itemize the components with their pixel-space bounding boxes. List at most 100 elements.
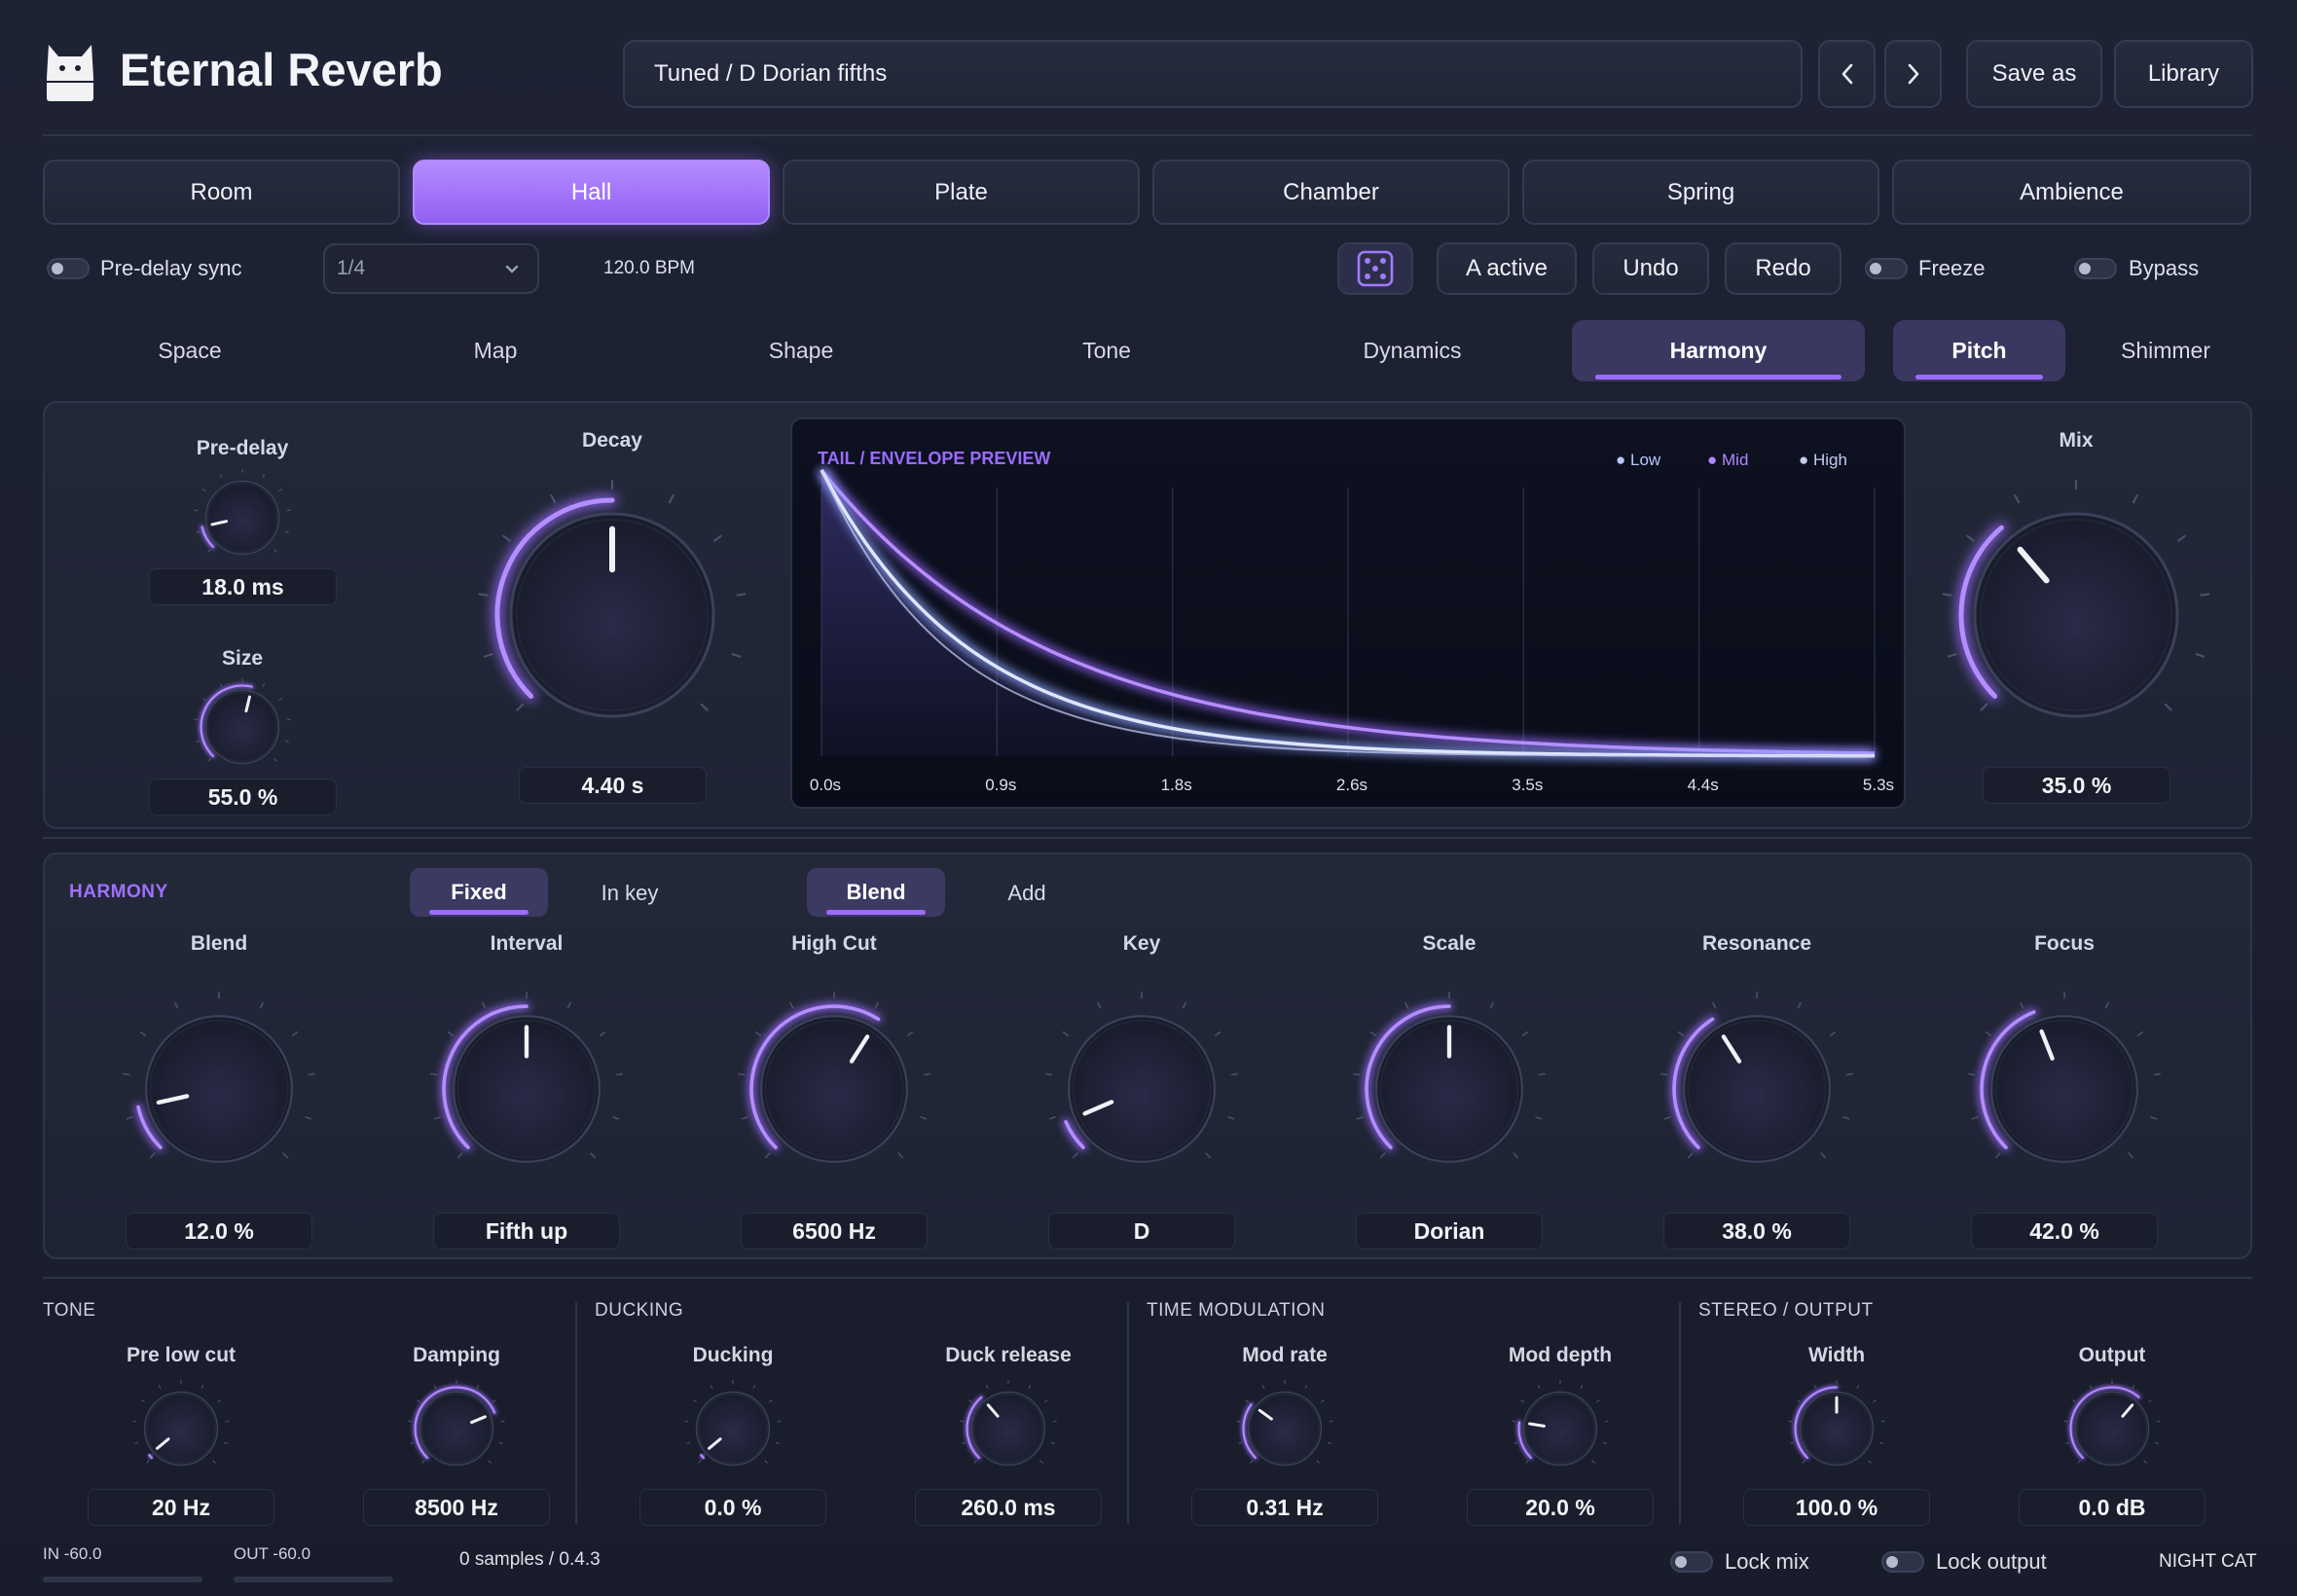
harmony-blend-label: Blend xyxy=(190,932,248,955)
preset-prev-button[interactable] xyxy=(1818,40,1876,108)
predelay-value: 18.0 ms xyxy=(149,568,337,605)
combine-blend-underline xyxy=(825,910,927,915)
tab-tone[interactable]: Tone xyxy=(1082,338,1131,364)
brand-label: NIGHT CAT xyxy=(2159,1551,2257,1572)
predelay-sync-toggle[interactable] xyxy=(47,258,90,279)
reverb-type-ambience[interactable]: Ambience xyxy=(1892,160,2251,225)
predelay-knob[interactable] xyxy=(194,468,291,566)
mix-label: Mix xyxy=(2059,429,2094,452)
app-logo xyxy=(43,39,97,103)
mix-knob[interactable] xyxy=(1940,479,2212,751)
width-knob[interactable] xyxy=(1788,1379,1885,1477)
ducking-knob[interactable] xyxy=(684,1379,782,1477)
tab-shape[interactable]: Shape xyxy=(769,338,834,364)
harmony-resonance-label: Resonance xyxy=(1701,932,1812,955)
envelope-x-tick: 5.3s xyxy=(1862,776,1895,794)
tab-pitch-underline xyxy=(1915,375,2043,380)
lock-output-toggle[interactable] xyxy=(1881,1551,1924,1573)
bypass-label: Bypass xyxy=(2129,256,2200,280)
lock-mix-toggle[interactable] xyxy=(1670,1551,1713,1573)
chevron-right-icon xyxy=(1908,63,1918,85)
preset-name-text: Tuned / D Dorian fifths xyxy=(654,60,888,87)
duck-release-knob[interactable] xyxy=(960,1379,1057,1477)
preset-next-button[interactable] xyxy=(1884,40,1942,108)
mod-depth-knob[interactable] xyxy=(1512,1379,1609,1477)
randomize-button[interactable] xyxy=(1337,242,1413,295)
reverb-type-spring[interactable]: Spring xyxy=(1522,160,1879,225)
tab-harmony[interactable]: Harmony xyxy=(1572,320,1865,381)
harmony-scale-value: Dorian xyxy=(1356,1213,1543,1250)
mod-rate-knob[interactable] xyxy=(1236,1379,1333,1477)
section-vdivider-1 xyxy=(575,1302,577,1524)
preset-name-field[interactable]: Tuned / D Dorian fifths xyxy=(623,40,1803,108)
library-button[interactable]: Library xyxy=(2114,40,2253,108)
freeze-toggle[interactable] xyxy=(1865,258,1908,279)
reverb-type-room[interactable]: Room xyxy=(43,160,400,225)
ducking-label: Ducking xyxy=(692,1344,774,1366)
damping-knob[interactable] xyxy=(408,1379,505,1477)
mod-depth-value: 20.0 % xyxy=(1467,1489,1654,1526)
harmony-interval-value: Fifth up xyxy=(433,1213,620,1250)
envelope-curves xyxy=(817,467,1876,761)
tab-map[interactable]: Map xyxy=(474,338,518,364)
harmony-key-knob[interactable] xyxy=(1039,987,1244,1191)
tab-space[interactable]: Space xyxy=(158,338,221,364)
mod-depth-label: Mod depth xyxy=(1508,1344,1613,1366)
combine-blend-button[interactable]: Blend xyxy=(807,868,945,917)
tab-dynamics[interactable]: Dynamics xyxy=(1364,338,1462,364)
mode-fixed-label: Fixed xyxy=(451,880,507,904)
decay-knob[interactable] xyxy=(476,479,748,751)
harmony-resonance-knob[interactable] xyxy=(1655,987,1859,1191)
harmony-high-cut-label: High Cut xyxy=(791,932,877,955)
reverb-type-chamber[interactable]: Chamber xyxy=(1152,160,1510,225)
redo-button[interactable]: Redo xyxy=(1725,242,1841,295)
lock-mix-label: Lock mix xyxy=(1725,1549,1809,1574)
combine-add-button[interactable]: Add xyxy=(1007,881,1045,906)
harmony-resonance-value: 38.0 % xyxy=(1663,1213,1850,1250)
envelope-preview: TAIL / ENVELOPE PREVIEW ● Low ● Mid ● Hi… xyxy=(790,417,1906,809)
section-title-ducking: DUCKING xyxy=(595,1300,684,1321)
chevron-down-icon xyxy=(505,265,519,273)
harmony-scale-label: Scale xyxy=(1422,932,1477,955)
harmony-focus-knob[interactable] xyxy=(1962,987,2167,1191)
ab-compare-button[interactable]: A active xyxy=(1437,242,1577,295)
pre-low-cut-value: 20 Hz xyxy=(88,1489,274,1526)
tab-pitch[interactable]: Pitch xyxy=(1893,320,2065,381)
sync-division-select[interactable]: 1/4 xyxy=(323,243,539,294)
damping-value: 8500 Hz xyxy=(363,1489,550,1526)
tab-harmony-label: Harmony xyxy=(1669,338,1768,363)
reverb-type-plate[interactable]: Plate xyxy=(783,160,1140,225)
output-meter-bar xyxy=(234,1577,393,1582)
mix-value: 35.0 % xyxy=(1983,767,2170,804)
header-divider xyxy=(43,134,2252,136)
envelope-x-tick: 1.8s xyxy=(1160,776,1192,794)
undo-button[interactable]: Undo xyxy=(1592,242,1709,295)
input-meter-label: IN -60.0 xyxy=(43,1544,102,1563)
output-knob[interactable] xyxy=(2063,1379,2161,1477)
harmony-high-cut-knob[interactable] xyxy=(732,987,936,1191)
harmony-high-cut-value: 6500 Hz xyxy=(741,1213,928,1250)
section-divider-1 xyxy=(43,837,2252,839)
envelope-x-tick: 3.5s xyxy=(1512,776,1544,794)
mode-in-key-button[interactable]: In key xyxy=(602,881,659,906)
save-as-button[interactable]: Save as xyxy=(1966,40,2102,108)
pre-low-cut-knob[interactable] xyxy=(132,1379,230,1477)
harmony-blend-knob[interactable] xyxy=(117,987,321,1191)
harmony-interval-label: Interval xyxy=(490,932,564,955)
bypass-toggle[interactable] xyxy=(2074,258,2117,279)
ducking-value: 0.0 % xyxy=(639,1489,826,1526)
reverb-type-hall[interactable]: Hall xyxy=(413,160,770,225)
tab-shimmer[interactable]: Shimmer xyxy=(2121,338,2210,364)
size-knob[interactable] xyxy=(194,677,291,776)
width-value: 100.0 % xyxy=(1743,1489,1930,1526)
decay-label: Decay xyxy=(582,429,642,452)
predelay-sync-label: Pre-delay sync xyxy=(100,256,242,280)
harmony-interval-knob[interactable] xyxy=(424,987,629,1191)
output-meter-label: OUT -60.0 xyxy=(234,1544,311,1563)
width-label: Width xyxy=(1807,1344,1866,1366)
section-vdivider-2 xyxy=(1127,1302,1129,1524)
harmony-scale-knob[interactable] xyxy=(1347,987,1551,1191)
chevron-left-icon xyxy=(1841,63,1852,85)
mode-fixed-button[interactable]: Fixed xyxy=(410,868,548,917)
harmony-key-label: Key xyxy=(1122,932,1161,955)
